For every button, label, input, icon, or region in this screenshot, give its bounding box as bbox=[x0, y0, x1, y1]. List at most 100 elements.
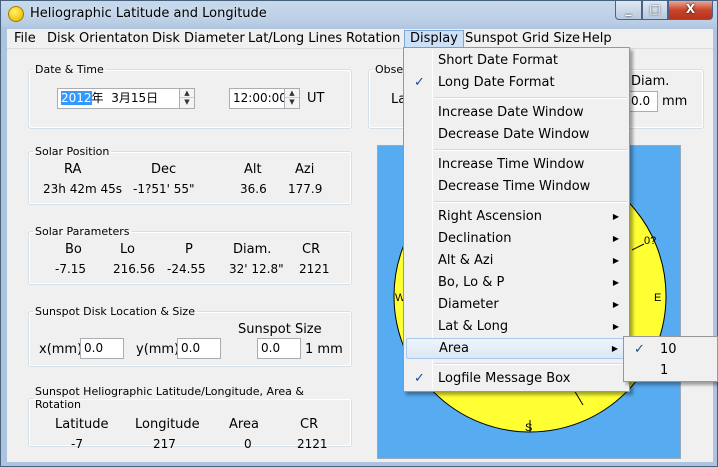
cr-result-value: 2121 bbox=[297, 437, 328, 451]
menu-disk-orientation[interactable]: Disk Orientaton bbox=[42, 30, 154, 48]
solar-position-group: Solar Position RA Dec Alt Azi 23h 42m 45… bbox=[28, 145, 352, 205]
maximize-button[interactable]: □ bbox=[642, 1, 668, 20]
menu-decrease-time-window[interactable]: Decrease Time Window bbox=[406, 176, 627, 197]
submenu-arrow-icon: ▶ bbox=[611, 344, 618, 353]
alt-value: 36.6 bbox=[240, 182, 267, 196]
area-value: 0 bbox=[244, 437, 252, 451]
check-icon: ✓ bbox=[414, 75, 425, 90]
dec-header: Dec bbox=[151, 162, 177, 177]
menu-short-date-format[interactable]: Short Date Format bbox=[406, 50, 627, 71]
submenu-arrow-icon: ▶ bbox=[612, 322, 619, 331]
p-header: P bbox=[185, 242, 193, 257]
minimize-button[interactable]: _ bbox=[615, 1, 642, 20]
menu-logfile-message-box[interactable]: ✓ Logfile Message Box bbox=[406, 368, 627, 389]
close-button[interactable]: X bbox=[668, 1, 713, 20]
sunspot-result-group: Sunspot Heliographic Latitude/Longitude,… bbox=[28, 385, 352, 451]
diam-header: Diam. bbox=[233, 242, 272, 257]
title-bar[interactable]: Heliographic Latitude and Longitude _ □ … bbox=[1, 1, 717, 28]
window-title: Heliographic Latitude and Longitude bbox=[30, 6, 267, 21]
menu-area[interactable]: Area ▶ bbox=[406, 338, 627, 359]
menu-separator bbox=[434, 97, 627, 99]
ra-value: 23h 42m 45s bbox=[43, 182, 122, 196]
observer-diam-label: Diam. bbox=[631, 74, 670, 89]
sunspot-size-input[interactable]: 0.0 bbox=[257, 338, 301, 359]
maximize-icon: □ bbox=[649, 2, 661, 16]
disk-label-east: E bbox=[654, 292, 661, 304]
date-month-day[interactable]: 3月15日 bbox=[111, 91, 158, 105]
sun-app-icon bbox=[8, 6, 24, 22]
display-dropdown-menu: Short Date Format ✓ Long Date Format Inc… bbox=[403, 47, 630, 392]
longitude-header: Longitude bbox=[135, 417, 200, 432]
date-time-legend: Date & Time bbox=[35, 63, 104, 76]
spin-down-icon[interactable]: ▼ bbox=[180, 98, 194, 107]
close-icon: X bbox=[685, 2, 696, 16]
alt-header: Alt bbox=[244, 162, 262, 177]
disk-label-south: S bbox=[525, 422, 532, 434]
submenu-arrow-icon: ▶ bbox=[612, 256, 619, 265]
date-year-suffix: 年 bbox=[91, 91, 104, 105]
lo-value: 216.56 bbox=[113, 262, 155, 276]
date-time-group: Date & Time 2012年 3月15日 ▲ ▼ 12:00:00 ▲ ▼… bbox=[28, 63, 352, 129]
menu-separator bbox=[434, 363, 627, 365]
menu-separator bbox=[434, 149, 627, 151]
time-spinner[interactable]: ▲ ▼ bbox=[284, 89, 299, 108]
sunspot-size-unit: 1 mm bbox=[305, 342, 343, 357]
time-zone-label: UT bbox=[307, 91, 325, 106]
menu-increase-date-window[interactable]: Increase Date Window bbox=[406, 102, 627, 123]
menu-bo-lo-p[interactable]: Bo, Lo & P ▶ bbox=[406, 272, 627, 293]
p-value: -24.55 bbox=[167, 262, 206, 276]
menu-diameter[interactable]: Diameter ▶ bbox=[406, 294, 627, 315]
azi-header: Azi bbox=[295, 162, 315, 177]
menu-disk-diameter[interactable]: Disk Diameter bbox=[147, 30, 250, 48]
menu-rotation[interactable]: Rotation bbox=[341, 30, 405, 48]
bo-value: -7.15 bbox=[55, 262, 87, 276]
spin-down-icon[interactable]: ▼ bbox=[285, 98, 299, 107]
y-input[interactable]: 0.0 bbox=[177, 338, 221, 359]
date-picker[interactable]: 2012年 3月15日 ▲ ▼ bbox=[57, 88, 195, 109]
azi-value: 177.9 bbox=[288, 182, 323, 196]
cr-result-header: CR bbox=[300, 417, 319, 432]
latitude-header: Latitude bbox=[55, 417, 109, 432]
area-option-10[interactable]: ✓ 10 bbox=[626, 339, 717, 360]
menu-lat-long[interactable]: Lat & Long ▶ bbox=[406, 316, 627, 337]
y-label: y(mm) bbox=[136, 342, 180, 357]
cr-header: CR bbox=[302, 242, 321, 257]
observer-diam-unit: mm bbox=[662, 94, 688, 109]
sunspot-location-group: Sunspot Disk Location & Size x(mm) 0.0 y… bbox=[28, 305, 352, 367]
solar-parameters-legend: Solar Parameters bbox=[35, 225, 130, 238]
time-picker[interactable]: 12:00:00 ▲ ▼ bbox=[229, 88, 300, 109]
submenu-arrow-icon: ▶ bbox=[612, 300, 619, 309]
menu-bar: File Disk Orientaton Disk Diameter Lat/L… bbox=[7, 29, 713, 49]
submenu-arrow-icon: ▶ bbox=[612, 234, 619, 243]
x-input[interactable]: 0.0 bbox=[80, 338, 124, 359]
menu-alt-azi[interactable]: Alt & Azi ▶ bbox=[406, 250, 627, 271]
spin-up-icon[interactable]: ▲ bbox=[285, 89, 299, 98]
menu-decrease-date-window[interactable]: Decrease Date Window bbox=[406, 124, 627, 145]
menu-lat-long-lines[interactable]: Lat/Long Lines bbox=[243, 30, 347, 48]
check-icon: ✓ bbox=[634, 342, 645, 357]
menu-declination[interactable]: Declination ▶ bbox=[406, 228, 627, 249]
longitude-value: 217 bbox=[153, 437, 176, 451]
sunspot-size-label: Sunspot Size bbox=[238, 322, 322, 337]
area-option-1[interactable]: 1 bbox=[626, 360, 717, 381]
spin-up-icon[interactable]: ▲ bbox=[180, 89, 194, 98]
submenu-arrow-icon: ▶ bbox=[612, 278, 619, 287]
menu-display[interactable]: Display bbox=[404, 30, 464, 48]
menu-file[interactable]: File bbox=[9, 30, 41, 48]
minimize-icon: _ bbox=[625, 2, 632, 16]
menu-help[interactable]: Help bbox=[577, 30, 617, 48]
date-spinner[interactable]: ▲ ▼ bbox=[179, 89, 194, 108]
date-year[interactable]: 2012 bbox=[61, 91, 92, 105]
disk-label-zero: 0? bbox=[644, 235, 656, 247]
time-value[interactable]: 12:00:00 bbox=[233, 91, 287, 105]
menu-increase-time-window[interactable]: Increase Time Window bbox=[406, 154, 627, 175]
diam-value: 32' 12.8" bbox=[229, 262, 284, 276]
observer-diam-input[interactable]: 0.0 bbox=[627, 91, 658, 112]
bo-header: Bo bbox=[65, 242, 82, 257]
menu-separator bbox=[434, 201, 627, 203]
sunspot-location-legend: Sunspot Disk Location & Size bbox=[35, 305, 195, 318]
menu-right-ascension[interactable]: Right Ascension ▶ bbox=[406, 206, 627, 227]
menu-long-date-format[interactable]: ✓ Long Date Format bbox=[406, 72, 627, 93]
menu-sunspot-grid-size[interactable]: Sunspot Grid Size bbox=[460, 30, 585, 48]
cr-value: 2121 bbox=[299, 262, 330, 276]
